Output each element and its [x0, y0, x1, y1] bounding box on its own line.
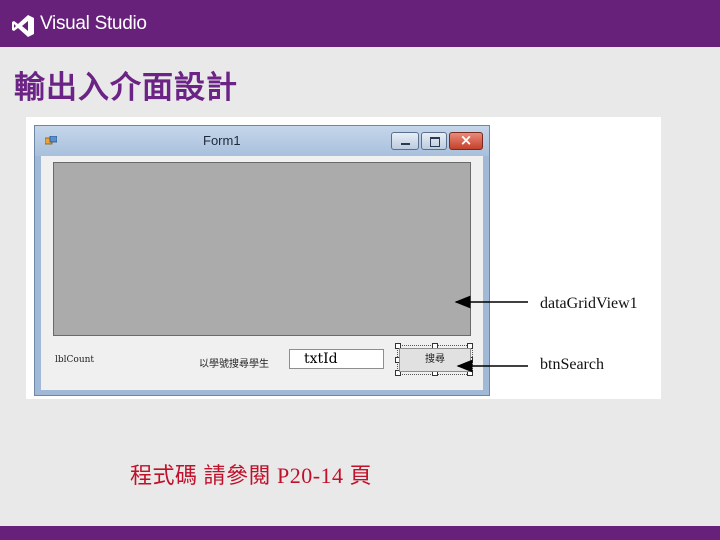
button-annotation-label: btnSearch — [540, 356, 604, 373]
visual-studio-logo-icon — [12, 15, 34, 37]
brand-name: Visual Studio — [40, 13, 147, 34]
maximize-button[interactable] — [421, 132, 447, 150]
minimize-button[interactable] — [391, 132, 419, 150]
slide-title: 輸出入介面設計 — [14, 70, 238, 106]
search-by-id-label: 以學號搜尋學生 — [199, 359, 269, 370]
code-reference-note: 程式碼 請參閱 P20-14 頁 — [130, 463, 373, 488]
form-icon — [45, 136, 57, 145]
top-banner: Visual Studio — [0, 0, 720, 47]
close-button[interactable]: × — [449, 131, 483, 150]
student-id-input[interactable]: txtId — [289, 349, 384, 369]
data-grid-view[interactable] — [53, 162, 471, 336]
window-title: Form1 — [203, 133, 241, 148]
grid-annotation-label: dataGridView1 — [540, 295, 638, 312]
close-icon: × — [459, 131, 473, 149]
search-button[interactable]: 搜尋 — [399, 348, 471, 372]
count-label: lblCount — [55, 355, 95, 365]
bottom-banner — [0, 526, 720, 540]
form-window: Form1 × lblCount 以學號搜尋學生 txtId 搜尋 — [34, 125, 490, 396]
form-client-area: lblCount 以學號搜尋學生 txtId 搜尋 — [41, 156, 483, 390]
window-title-bar[interactable]: Form1 × — [35, 126, 489, 156]
